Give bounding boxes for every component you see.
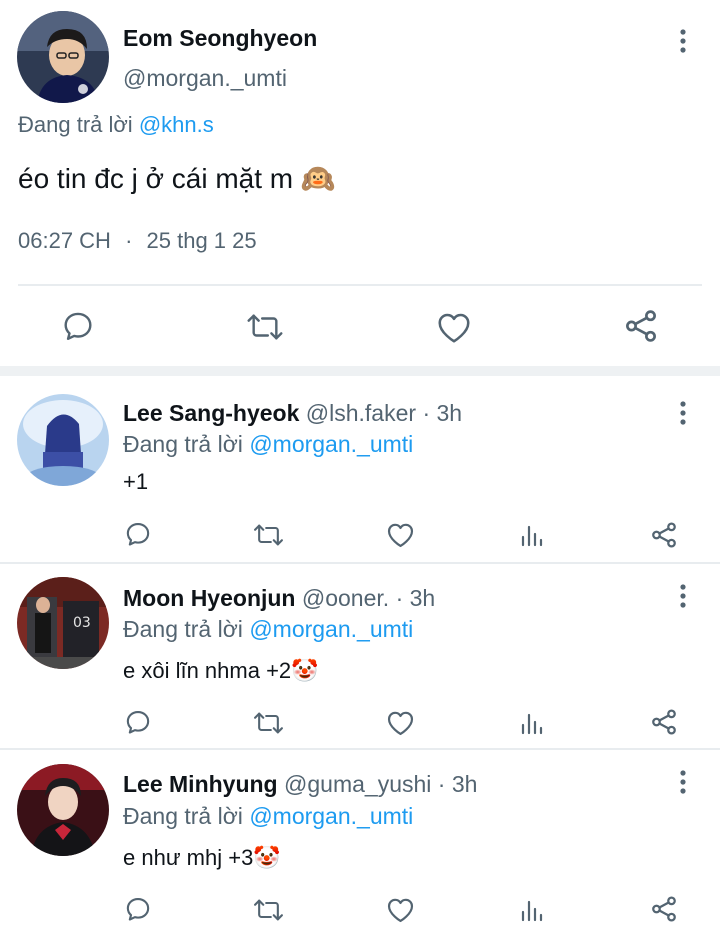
see-no-evil-monkey-emoji: 🙉 [300, 162, 336, 195]
reply-icon[interactable] [124, 520, 152, 548]
reply-to-link[interactable]: @morgan._umti [249, 431, 413, 457]
post-age[interactable]: 3h [437, 400, 463, 426]
more-options-icon[interactable] [673, 398, 693, 428]
retweet-icon[interactable] [253, 521, 284, 549]
reply-context: Đang trả lời @morgan._umti [123, 803, 413, 830]
reply-prefix: Đang trả lời [123, 431, 243, 457]
tweet-date[interactable]: 25 thg 1 25 [147, 228, 257, 253]
svg-text:03: 03 [73, 615, 91, 631]
author-handle[interactable]: @morgan._umti [123, 65, 287, 92]
tweet-text: éo tin đc j ở cái mặt m 🙉 [18, 162, 336, 195]
post-age[interactable]: 3h [410, 585, 436, 611]
clown-emoji: 🤡 [291, 659, 319, 684]
reply-context: Đang trả lời @morgan._umti [123, 431, 413, 458]
author-handle[interactable]: @lsh.faker [306, 400, 416, 426]
reply-to-link[interactable]: @khn.s [139, 112, 214, 137]
tweet-timestamp: 06:27 CH · 25 thg 1 25 [18, 228, 257, 254]
reply-context: Đang trả lời @khn.s [18, 112, 214, 138]
views-icon[interactable] [520, 898, 544, 922]
author-name[interactable]: Moon Hyeonjun [123, 585, 295, 611]
reply-prefix: Đang trả lời [18, 112, 133, 137]
reply-to-link[interactable]: @morgan._umti [249, 616, 413, 642]
retweet-icon[interactable] [253, 896, 284, 924]
divider [0, 562, 720, 564]
share-icon[interactable] [622, 307, 660, 345]
reply-header: Moon Hyeonjun @ooner. · 3h [123, 585, 435, 612]
share-icon[interactable] [649, 707, 679, 737]
separator-dot: · [437, 771, 446, 797]
reply-body: e như mhj +3 [123, 845, 254, 870]
more-options-icon[interactable] [673, 581, 693, 611]
like-icon[interactable] [386, 896, 415, 923]
reply-text: e xôi lĩn nhma +2🤡 [123, 658, 319, 684]
reply-header: Lee Minhyung @guma_yushi · 3h [123, 771, 477, 798]
author-handle[interactable]: @ooner. [302, 585, 389, 611]
avatar[interactable] [17, 764, 109, 856]
divider [0, 748, 720, 750]
divider [0, 366, 720, 376]
like-icon[interactable] [386, 709, 415, 736]
tweet-body: éo tin đc j ở cái mặt m [18, 163, 294, 194]
author-name[interactable]: Lee Sang-hyeok [123, 400, 299, 426]
retweet-icon[interactable] [246, 310, 284, 344]
more-options-icon[interactable] [673, 26, 693, 56]
avatar[interactable] [17, 11, 109, 103]
post-age[interactable]: 3h [452, 771, 478, 797]
reply-icon[interactable] [61, 309, 95, 343]
separator-dot: · [422, 400, 431, 426]
author-name[interactable]: Eom Seonghyeon [123, 25, 317, 52]
reply-text: +1 [123, 469, 148, 495]
reply-to-link[interactable]: @morgan._umti [249, 803, 413, 829]
reply-prefix: Đang trả lời [123, 616, 243, 642]
share-icon[interactable] [649, 520, 679, 550]
clown-emoji: 🤡 [253, 846, 281, 871]
retweet-icon[interactable] [253, 709, 284, 737]
reply-prefix: Đang trả lời [123, 803, 243, 829]
like-icon[interactable] [386, 521, 415, 548]
separator-dot: · [395, 585, 404, 611]
author-handle[interactable]: @guma_yushi [284, 771, 431, 797]
tweet-time: 06:27 CH [18, 228, 111, 253]
separator-dot: · [125, 228, 133, 253]
divider [18, 284, 702, 286]
reply-body: +1 [123, 469, 149, 494]
reply-text: e như mhj +3🤡 [123, 845, 281, 871]
share-icon[interactable] [649, 894, 679, 924]
reply-icon[interactable] [124, 895, 152, 923]
avatar[interactable]: 03 [17, 577, 109, 669]
more-options-icon[interactable] [673, 767, 693, 797]
avatar[interactable] [17, 394, 109, 486]
views-icon[interactable] [520, 523, 544, 547]
reply-body: e xôi lĩn nhma +2 [123, 658, 292, 683]
views-icon[interactable] [520, 711, 544, 735]
author-name[interactable]: Lee Minhyung [123, 771, 278, 797]
reply-context: Đang trả lời @morgan._umti [123, 616, 413, 643]
like-icon[interactable] [436, 310, 472, 344]
reply-icon[interactable] [124, 708, 152, 736]
reply-header: Lee Sang-hyeok @lsh.faker · 3h [123, 400, 462, 427]
